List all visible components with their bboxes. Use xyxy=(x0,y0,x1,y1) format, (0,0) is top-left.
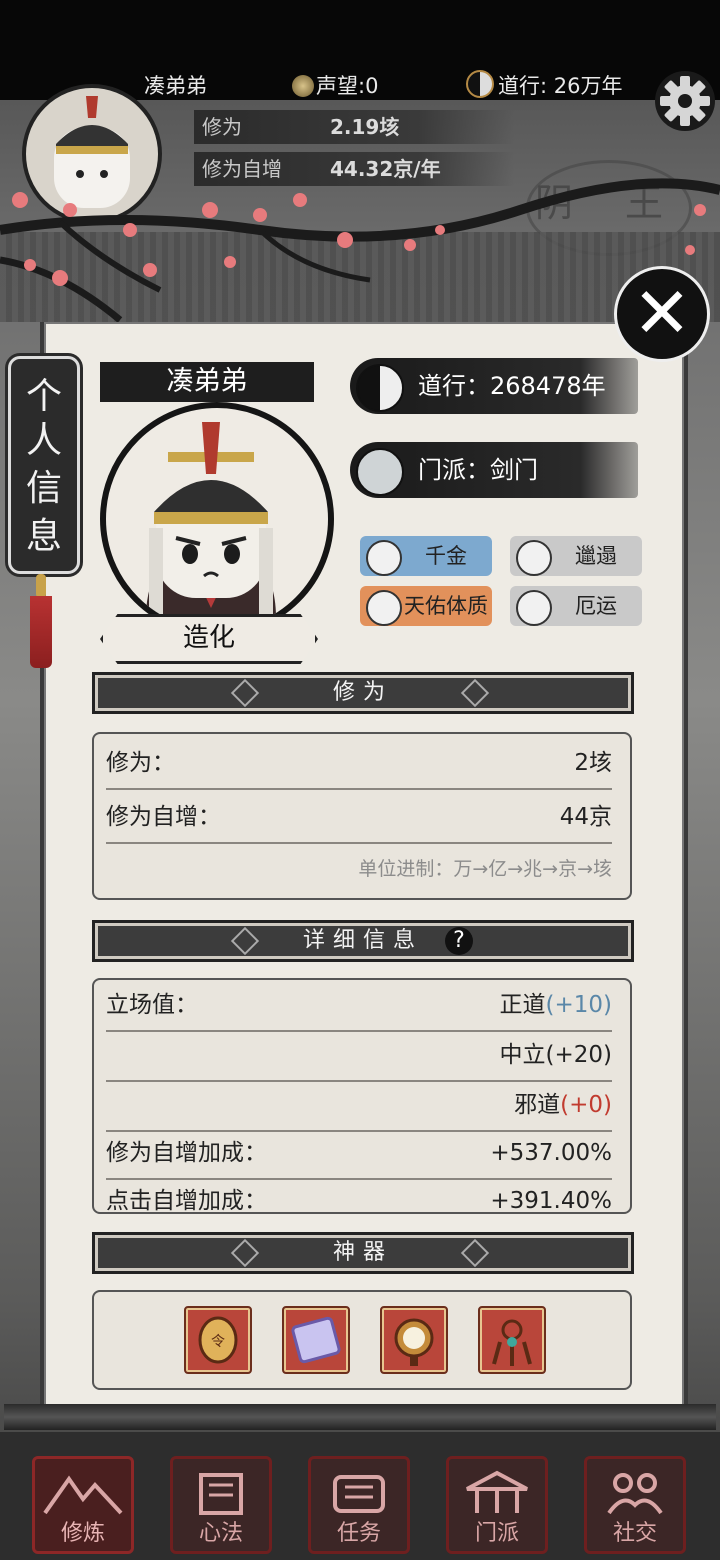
ornament-diamond-icon xyxy=(230,926,260,956)
ornament-diamond-icon xyxy=(460,678,490,708)
sect-info: 门派：剑门 xyxy=(350,442,638,498)
people-icon xyxy=(607,1473,663,1515)
stance-row-righteous: 立场值： 正道(+10) xyxy=(106,980,612,1032)
trait-blessed[interactable]: 天佑体质 xyxy=(360,586,492,626)
section-header-cultivation: 修为 xyxy=(92,672,634,714)
scroll-icon xyxy=(333,1475,385,1513)
growth-row: 修为自增： 44京 xyxy=(106,792,612,844)
scroll-icon xyxy=(516,590,552,626)
stance-row-evil: 邪道(+0) xyxy=(106,1080,612,1132)
daoxing-info: 道行：268478年 xyxy=(350,358,638,414)
tassel xyxy=(30,596,52,668)
mountain-icon xyxy=(43,1475,123,1515)
yin-yang-icon xyxy=(466,70,494,98)
artifact-scroll-icon[interactable] xyxy=(282,1306,350,1374)
trait-wealthy[interactable]: 千金 xyxy=(360,536,492,576)
section-header-artifacts: 神器 xyxy=(92,1232,634,1274)
section-header-details: 详细信息 ? xyxy=(92,920,634,962)
character-name: 凑弟弟 xyxy=(100,362,314,402)
rank-badge: 造化 xyxy=(100,614,318,664)
svg-text:令: 令 xyxy=(211,1334,225,1350)
pavilion-icon xyxy=(466,1470,528,1513)
yin-yang-icon xyxy=(356,364,404,412)
pavilion-icon xyxy=(356,448,404,496)
settings-gear-icon[interactable] xyxy=(654,70,716,132)
ornament-diamond-icon xyxy=(230,1238,260,1268)
scroll-icon xyxy=(516,540,552,576)
close-icon: ✕ xyxy=(632,272,692,354)
character-avatar xyxy=(100,402,334,636)
artifacts-box xyxy=(92,1290,632,1390)
artifact-mirror-icon[interactable] xyxy=(380,1306,448,1374)
tassel-knot xyxy=(36,574,46,598)
artifact-ornament-icon[interactable] xyxy=(478,1306,546,1374)
trait-misfortune[interactable]: 厄运 xyxy=(510,586,642,626)
header-player-name: 凑弟弟 xyxy=(144,74,207,98)
cultivation-box: 修为： 2垓 修为自增： 44京 单位进制：万→亿→兆→京→垓 xyxy=(92,732,632,900)
nav-tasks[interactable]: 任务 xyxy=(308,1456,410,1554)
book-icon xyxy=(199,1473,243,1515)
nav-sect[interactable]: 门派 xyxy=(446,1456,548,1554)
coin-icon xyxy=(292,75,314,97)
help-icon[interactable]: ? xyxy=(445,927,473,955)
close-button[interactable]: ✕ xyxy=(614,266,710,362)
click-bonus-row: 点击自增加成： +391.40% xyxy=(106,1188,612,1214)
plum-blossom-branch xyxy=(0,178,720,323)
nav-mind-method[interactable]: 心法 xyxy=(170,1456,272,1554)
cultivation-row: 修为： 2垓 xyxy=(106,738,612,790)
money-bag-icon xyxy=(366,540,402,576)
ornament-diamond-icon xyxy=(230,678,260,708)
nav-social[interactable]: 社交 xyxy=(584,1456,686,1554)
stance-row-neutral: 中立(+20) xyxy=(106,1030,612,1082)
details-box[interactable]: 立场值： 正道(+10) 中立(+20) 邪道(+0) 修为自增加成： +537.0… xyxy=(92,978,632,1214)
daoxing-stat: 道行: 26万年 xyxy=(466,70,622,100)
growth-bonus-row: 修为自增加成： +537.00% xyxy=(106,1128,612,1180)
nav-cultivate[interactable]: 修炼 xyxy=(32,1456,134,1554)
reputation-stat: 声望:0 xyxy=(292,70,378,100)
fist-icon xyxy=(366,590,402,626)
unit-note: 单位进制：万→亿→兆→京→垓 xyxy=(358,858,612,880)
header-stat-cultivation: 修为 2.19垓 xyxy=(194,110,514,144)
ornament-diamond-icon xyxy=(460,1238,490,1268)
artifact-token-icon[interactable]: 令 xyxy=(184,1306,252,1374)
tab-personal-info[interactable]: 个 人 信 息 xyxy=(8,356,80,574)
scroll-rod xyxy=(4,1404,716,1430)
trait-sloppy[interactable]: 邋遢 xyxy=(510,536,642,576)
